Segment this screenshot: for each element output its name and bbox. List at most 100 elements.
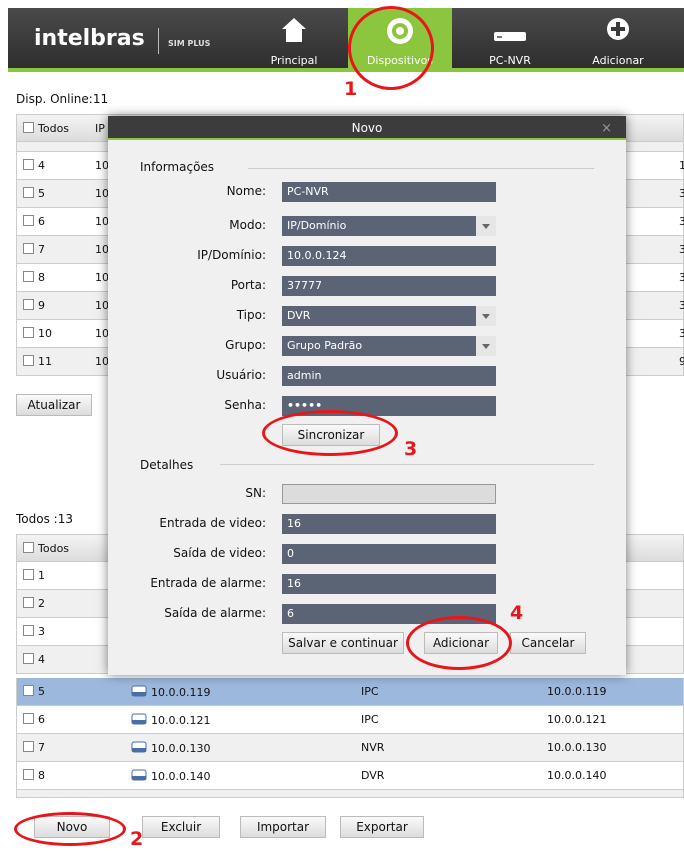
checkbox[interactable] bbox=[23, 625, 34, 636]
refresh-button[interactable]: Atualizar bbox=[16, 394, 92, 416]
name-field[interactable]: PC-NVR bbox=[282, 182, 496, 202]
info-section-title: Informações bbox=[140, 160, 215, 174]
save-continue-button[interactable]: Salvar e continuar bbox=[282, 632, 404, 654]
nav-pc-nvr[interactable]: PC-NVR bbox=[470, 8, 550, 72]
annotation-number: 2 bbox=[130, 828, 144, 850]
checkbox[interactable] bbox=[23, 741, 34, 752]
checkbox[interactable] bbox=[23, 569, 34, 580]
exportar-button[interactable]: Exportar bbox=[340, 816, 424, 838]
device-ip: 10.0.0.121 bbox=[547, 713, 607, 726]
excluir-button[interactable]: Excluir bbox=[142, 816, 220, 838]
divider bbox=[248, 168, 594, 169]
plus-circle-icon bbox=[607, 18, 629, 40]
mode-select[interactable]: IP/Domínio bbox=[282, 216, 496, 236]
annotation-circle bbox=[348, 6, 434, 90]
online-count: Disp. Online:11 bbox=[16, 92, 109, 106]
device-name: 10.0.0.140 bbox=[131, 768, 210, 783]
chevron-down-icon bbox=[482, 314, 490, 319]
table-row[interactable]: 7 10.0.0.130 NVR 10.0.0.130 bbox=[16, 734, 684, 762]
field-label: SN: bbox=[245, 486, 266, 500]
checkbox[interactable] bbox=[23, 122, 34, 133]
select-all[interactable]: Todos bbox=[23, 122, 69, 135]
field-label: Porta: bbox=[230, 278, 266, 292]
nav-principal[interactable]: Principal bbox=[256, 8, 332, 72]
checkbox[interactable] bbox=[23, 713, 34, 724]
nav-adicionar[interactable]: Adicionar bbox=[576, 8, 660, 72]
brand-logo: intelbras bbox=[34, 26, 145, 51]
select-all[interactable]: Todos bbox=[23, 542, 69, 555]
group-select[interactable]: Grupo Padrão bbox=[282, 336, 496, 356]
annotation-number: 1 bbox=[344, 78, 358, 100]
checkbox[interactable] bbox=[23, 187, 34, 198]
annotation-circle bbox=[14, 812, 126, 846]
annotation-circle bbox=[262, 410, 398, 456]
device-icon bbox=[131, 713, 147, 725]
device-type: NVR bbox=[361, 741, 385, 754]
device-icon bbox=[131, 741, 147, 753]
field-label: Saída de alarme: bbox=[164, 606, 266, 620]
port-field[interactable]: 37777 bbox=[282, 276, 496, 296]
device-type: IPC bbox=[361, 685, 379, 698]
video-input-field[interactable]: 16 bbox=[282, 514, 496, 534]
dialog-title: Novo bbox=[108, 116, 626, 140]
field-label: Tipo: bbox=[236, 308, 266, 322]
nav-label: Principal bbox=[270, 54, 318, 67]
table-row bbox=[16, 790, 684, 798]
annotation-circle bbox=[406, 616, 512, 670]
checkbox[interactable] bbox=[23, 327, 34, 338]
alarm-input-field[interactable]: 16 bbox=[282, 574, 496, 594]
table-row[interactable]: 8 10.0.0.140 DVR 10.0.0.140 bbox=[16, 762, 684, 790]
home-icon bbox=[282, 18, 306, 42]
field-label: Senha: bbox=[224, 398, 266, 412]
checkbox[interactable] bbox=[23, 542, 34, 553]
device-name: 10.0.0.121 bbox=[131, 712, 210, 727]
username-field[interactable]: admin bbox=[282, 366, 496, 386]
top-header: intelbras SIM PLUS Principal Dispositivo… bbox=[8, 8, 684, 72]
checkbox[interactable] bbox=[23, 299, 34, 310]
new-device-dialog: Novo × Informações Nome: PC-NVR Modo: IP… bbox=[108, 116, 626, 675]
checkbox[interactable] bbox=[23, 271, 34, 282]
chevron-down-icon bbox=[482, 344, 490, 349]
close-icon[interactable]: × bbox=[601, 121, 612, 136]
table-row-selected[interactable]: 5 10.0.0.119 IPC 10.0.0.119 bbox=[16, 678, 684, 706]
table-row[interactable]: 6 10.0.0.121 IPC 10.0.0.121 bbox=[16, 706, 684, 734]
checkbox[interactable] bbox=[23, 355, 34, 366]
video-output-field[interactable]: 0 bbox=[282, 544, 496, 564]
device-ip: 10.0.0.119 bbox=[547, 685, 607, 698]
device-ip: 10.0.0.140 bbox=[547, 769, 607, 782]
checkbox[interactable] bbox=[23, 215, 34, 226]
checkbox[interactable] bbox=[23, 243, 34, 254]
field-label: Grupo: bbox=[225, 338, 266, 352]
cancel-button[interactable]: Cancelar bbox=[510, 632, 586, 654]
nvr-device-icon bbox=[494, 32, 526, 41]
field-label: Entrada de video: bbox=[159, 516, 266, 530]
type-select[interactable]: DVR bbox=[282, 306, 496, 326]
field-label: IP/Domínio: bbox=[197, 248, 266, 262]
sn-field[interactable] bbox=[282, 484, 496, 504]
col-ip: IP bbox=[95, 122, 105, 135]
field-label: Modo: bbox=[229, 218, 266, 232]
device-icon bbox=[131, 685, 147, 697]
field-label: Entrada de alarme: bbox=[150, 576, 266, 590]
device-icon bbox=[131, 769, 147, 781]
field-label: Nome: bbox=[226, 184, 266, 198]
device-ip: 10.0.0.130 bbox=[547, 741, 607, 754]
divider bbox=[220, 464, 594, 465]
checkbox[interactable] bbox=[23, 653, 34, 664]
logo-divider bbox=[158, 28, 159, 54]
annotation-number: 3 bbox=[404, 438, 418, 460]
device-type: DVR bbox=[361, 769, 385, 782]
checkbox[interactable] bbox=[23, 597, 34, 608]
chevron-down-icon bbox=[482, 224, 490, 229]
details-section-title: Detalhes bbox=[140, 458, 194, 472]
field-label: Saída de video: bbox=[173, 546, 266, 560]
checkbox[interactable] bbox=[23, 769, 34, 780]
device-type: IPC bbox=[361, 713, 379, 726]
checkbox[interactable] bbox=[23, 159, 34, 170]
field-label: Usuário: bbox=[216, 368, 266, 382]
checkbox[interactable] bbox=[23, 685, 34, 696]
annotation-number: 4 bbox=[510, 602, 524, 624]
ip-domain-field[interactable]: 10.0.0.124 bbox=[282, 246, 496, 266]
all-count: Todos :13 bbox=[16, 512, 73, 526]
importar-button[interactable]: Importar bbox=[240, 816, 326, 838]
